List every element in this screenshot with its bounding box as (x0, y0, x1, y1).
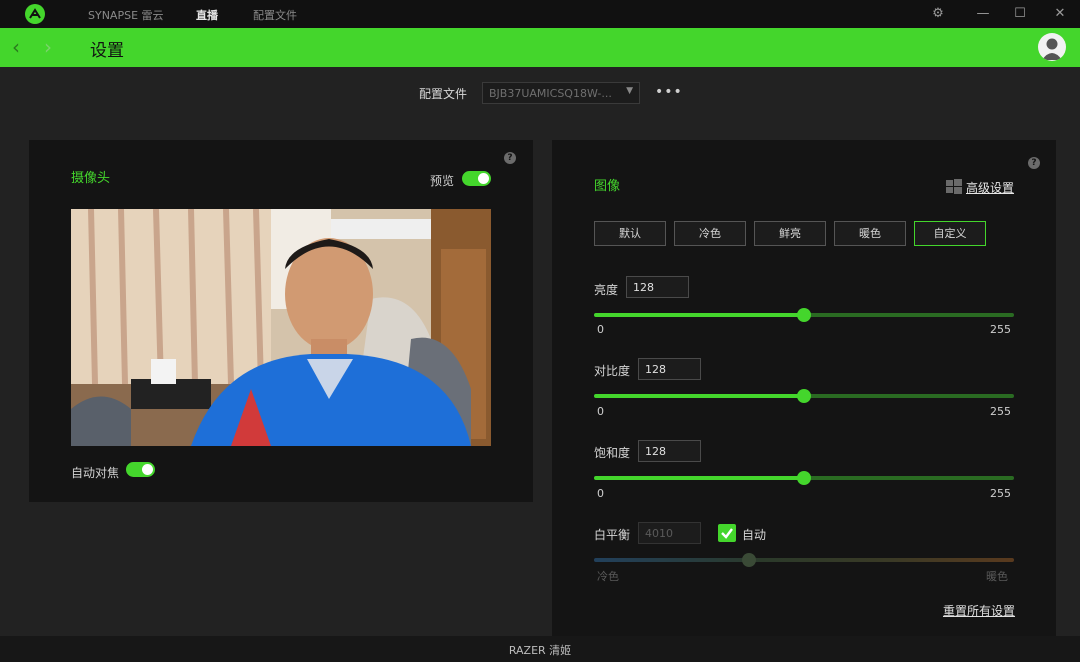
saturation-max: 255 (990, 487, 1011, 500)
maximize-icon[interactable]: ☐ (1010, 4, 1030, 24)
preset-vivid-button[interactable]: 鲜亮 (754, 221, 826, 246)
contrast-slider-thumb[interactable] (797, 389, 811, 403)
reset-all-settings-link[interactable]: 重置所有设置 (943, 602, 1015, 619)
razer-logo-icon (25, 4, 45, 24)
minimize-icon[interactable]: — (973, 4, 993, 24)
windows-icon (946, 179, 962, 195)
contrast-max: 255 (990, 405, 1011, 418)
help-icon[interactable]: ? (504, 152, 516, 164)
brightness-slider-thumb[interactable] (797, 308, 811, 322)
auto-white-balance-label: 自动 (742, 528, 767, 542)
settings-gear-icon[interactable]: ⚙ (928, 4, 948, 24)
white-balance-slider-track (594, 558, 1014, 562)
autofocus-toggle[interactable] (126, 462, 155, 477)
white-balance-label: 白平衡 (594, 528, 631, 542)
page-title: 设置 (90, 41, 124, 61)
camera-preview (71, 209, 491, 446)
checkmark-icon (721, 528, 733, 539)
title-bar: SYNAPSE 雷云 直播 配置文件 ⚙ — ☐ ✕ (0, 0, 1080, 28)
cool-label: 冷色 (597, 570, 619, 583)
forward-arrow-icon[interactable]: › (44, 35, 52, 59)
preview-label: 预览 (430, 174, 455, 188)
camera-panel: ? 摄像头 预览 自动对焦 (29, 140, 533, 502)
autofocus-label: 自动对焦 (71, 466, 120, 480)
avatar[interactable] (1038, 33, 1066, 61)
contrast-input[interactable]: 128 (638, 358, 701, 380)
contrast-min: 0 (597, 405, 604, 418)
preset-custom-button[interactable]: 自定义 (914, 221, 986, 246)
auto-white-balance-checkbox[interactable] (718, 524, 736, 542)
profile-dropdown-value: BJB37UAMICSQ18W-... (489, 87, 612, 100)
nav-live[interactable]: 直播 (196, 7, 218, 23)
close-icon[interactable]: ✕ (1050, 4, 1070, 24)
profile-label: 配置文件 (419, 87, 468, 101)
white-balance-input[interactable]: 4010 (638, 522, 701, 544)
more-options-button[interactable]: ••• (655, 84, 683, 100)
saturation-input[interactable]: 128 (638, 440, 701, 462)
preview-toggle[interactable] (462, 171, 491, 186)
page-header: ‹ › 设置 (0, 28, 1080, 67)
status-text: RAZER 清姬 (508, 644, 572, 657)
profile-dropdown[interactable]: BJB37UAMICSQ18W-... ▼ (482, 82, 640, 104)
brightness-max: 255 (990, 323, 1011, 336)
saturation-min: 0 (597, 487, 604, 500)
back-arrow-icon[interactable]: ‹ (12, 35, 20, 59)
nav-profiles[interactable]: 配置文件 (253, 7, 297, 23)
camera-title: 摄像头 (71, 171, 111, 186)
help-icon[interactable]: ? (1028, 157, 1040, 169)
contrast-label: 对比度 (594, 364, 631, 378)
warm-label: 暖色 (986, 570, 1008, 583)
chevron-down-icon: ▼ (626, 86, 633, 96)
brightness-input[interactable]: 128 (626, 276, 689, 298)
brightness-min: 0 (597, 323, 604, 336)
camera-feed-image (71, 209, 491, 446)
saturation-label: 饱和度 (594, 446, 631, 460)
status-bar: RAZER 清姬 (0, 636, 1080, 662)
preset-warm-button[interactable]: 暖色 (834, 221, 906, 246)
saturation-slider-thumb[interactable] (797, 471, 811, 485)
image-title: 图像 (594, 179, 621, 194)
brightness-label: 亮度 (594, 283, 619, 297)
advanced-settings-link[interactable]: 高级设置 (966, 179, 1014, 196)
preset-cool-button[interactable]: 冷色 (674, 221, 746, 246)
preset-default-button[interactable]: 默认 (594, 221, 666, 246)
white-balance-slider-thumb (742, 553, 756, 567)
nav-synapse[interactable]: SYNAPSE 雷云 (88, 7, 164, 23)
image-panel: ? 图像 高级设置 默认 冷色 鲜亮 暖色 自定义 亮度 128 0 255 对… (552, 140, 1056, 640)
